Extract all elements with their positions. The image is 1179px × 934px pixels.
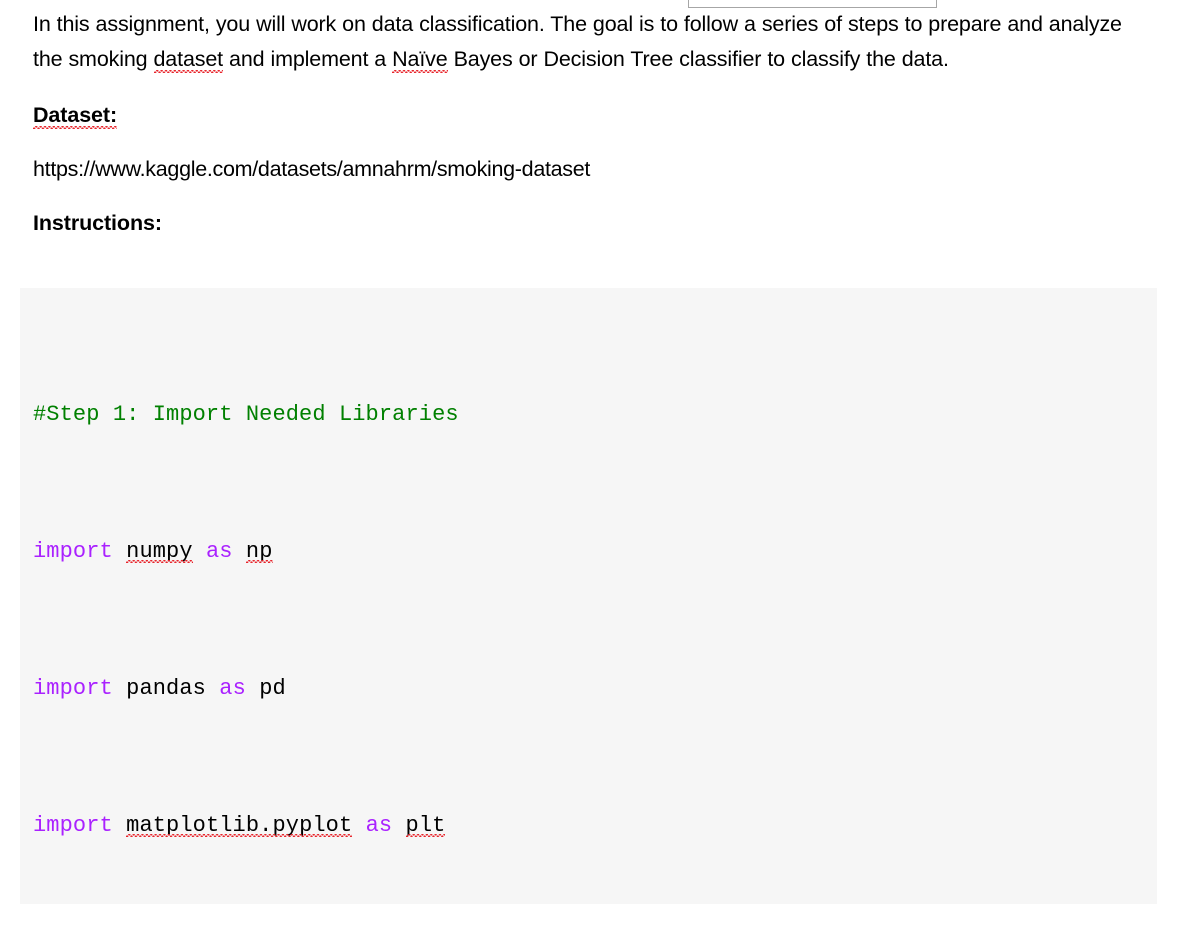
dataset-heading-label: Dataset: — [33, 103, 118, 127]
code-line-1: #Step 1: Import Needed Libraries — [33, 398, 1157, 432]
code-comment: #Step 1: Import Needed Libraries — [33, 401, 459, 427]
code-content: #Step 1: Import Needed Libraries import … — [20, 290, 1157, 904]
alias-plt: plt — [405, 813, 446, 839]
document-body: In this assignment, you will work on dat… — [0, 0, 1179, 239]
intro-paragraph: In this assignment, you will work on dat… — [0, 0, 1179, 77]
intro-text-part-2: and implement a — [222, 47, 393, 71]
keyword-as: as — [365, 813, 393, 839]
instructions-heading: Instructions: — [33, 211, 162, 235]
alias-pd: pd — [259, 676, 286, 702]
misspelled-word-dataset: dataset — [153, 47, 224, 71]
module-numpy: numpy — [126, 539, 193, 565]
keyword-import: import — [33, 813, 113, 839]
code-line-4: import matplotlib.pyplot as plt — [33, 809, 1157, 843]
dataset-heading: Dataset: — [0, 99, 1179, 131]
keyword-import: import — [33, 676, 113, 702]
module-matplotlib-pyplot: matplotlib.pyplot — [126, 813, 353, 839]
code-line-3: import pandas as pd — [33, 672, 1157, 706]
keyword-import: import — [33, 539, 113, 565]
misspelled-word-naive: Naïve — [392, 47, 448, 71]
alias-np: np — [245, 539, 273, 565]
intro-text-part-3: Bayes or Decision Tree classifier to cla… — [447, 47, 949, 71]
dataset-url[interactable]: https://www.kaggle.com/datasets/amnahrm/… — [0, 153, 1179, 185]
module-pandas: pandas — [126, 676, 206, 702]
code-line-2: import numpy as np — [33, 535, 1157, 569]
keyword-as: as — [205, 539, 233, 565]
code-block[interactable]: #Step 1: Import Needed Libraries import … — [20, 288, 1157, 904]
keyword-as: as — [219, 676, 246, 702]
